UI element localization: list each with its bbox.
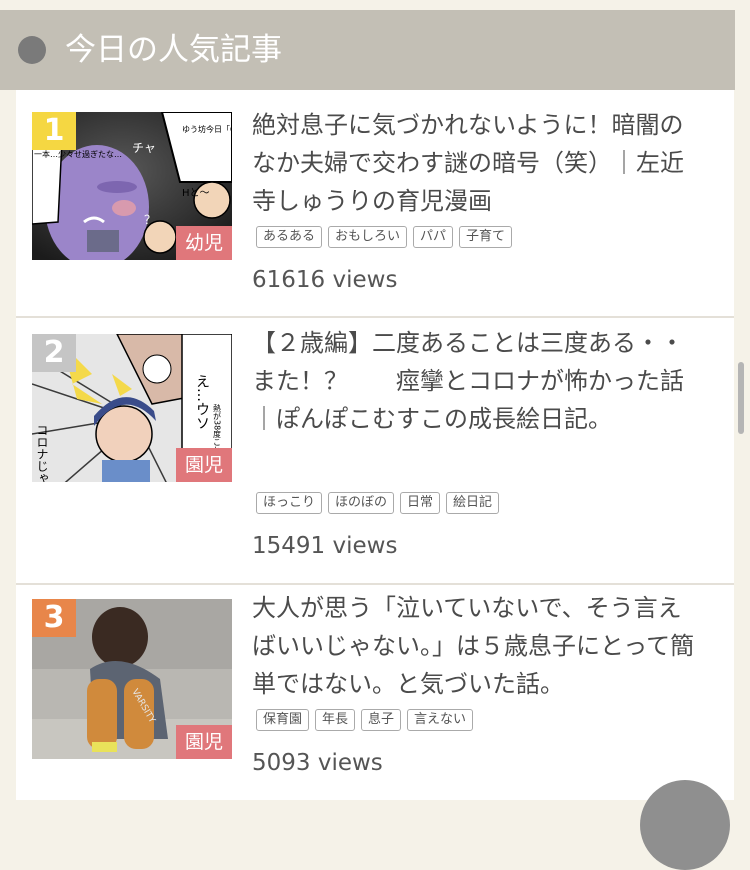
article-title-link[interactable]: 大人が思う「泣いていないで、そう言えばいいじゃない。」は５歳息子にとって簡単では…	[252, 589, 702, 703]
thumb-speech: 一本…少々せ過ぎたな…	[34, 149, 122, 159]
list-item[interactable]: え…ウソ 熱が38度これってもう… コロナじゃん…!!! 2 園児 【２歳編】二…	[16, 318, 734, 583]
scroll-to-top-button[interactable]	[640, 780, 730, 870]
section-header: 今日の人気記事	[0, 10, 735, 90]
view-count: 5093 views	[252, 750, 383, 776]
category-badge: 幼児	[176, 226, 232, 260]
tag-list: ほっこり ほのぼの 日常 絵日記	[256, 492, 500, 514]
category-badge: 園児	[176, 725, 232, 759]
tag[interactable]: 年長	[315, 709, 356, 731]
tag[interactable]: ほのぼの	[328, 492, 395, 514]
tag[interactable]: パパ	[413, 226, 454, 248]
tag[interactable]: あるある	[256, 226, 323, 248]
bullet-icon	[18, 36, 46, 64]
article-thumbnail[interactable]: VARSITY 3 園児	[32, 599, 232, 759]
tag[interactable]: 言えない	[407, 709, 474, 731]
article-title-link[interactable]: 絶対息子に気づかれないように！暗闇のなか夫婦で交わす謎の暗号（笑）｜左近寺しゅう…	[252, 106, 702, 220]
tag[interactable]: 息子	[361, 709, 402, 731]
tag[interactable]: 保育園	[256, 709, 310, 731]
tag[interactable]: ほっこり	[256, 492, 323, 514]
thumb-speech: コロナじゃん…!!!	[35, 424, 49, 482]
scrollbar-thumb[interactable]	[738, 362, 744, 434]
thumb-speech: え…ウソ	[194, 374, 210, 430]
list-item[interactable]: チャ Hと～ ？ ゆう坊今日「G」何本イッた？ 一本…少々せ過ぎたな… 1 幼児…	[16, 90, 734, 316]
rank-badge: 2	[32, 334, 76, 372]
tag[interactable]: 子育て	[459, 226, 513, 248]
ranking-list: チャ Hと～ ？ ゆう坊今日「G」何本イッた？ 一本…少々せ過ぎたな… 1 幼児…	[16, 90, 734, 800]
thumb-sfx: Hと～	[182, 187, 210, 199]
article-title-link[interactable]: 【２歳編】二度あることは三度ある・・また！？ 痙攣とコロナが怖かった話｜ぽんぽこ…	[252, 324, 702, 438]
thumb-sfx: チャ	[132, 141, 156, 155]
rank-badge: 1	[32, 112, 76, 150]
tag[interactable]: 絵日記	[446, 492, 500, 514]
view-count: 15491 views	[252, 533, 398, 559]
article-thumbnail[interactable]: え…ウソ 熱が38度これってもう… コロナじゃん…!!! 2 園児	[32, 334, 232, 482]
thumb-speech: ゆう坊今日「G」何本イッた？	[182, 124, 232, 134]
tag[interactable]: 日常	[400, 492, 441, 514]
view-count: 61616 views	[252, 267, 398, 293]
rank-badge: 3	[32, 599, 76, 637]
tag-list: 保育園 年長 息子 言えない	[256, 709, 474, 731]
thumb-sfx: ？	[144, 213, 156, 227]
list-item[interactable]: VARSITY 3 園児 大人が思う「泣いていないで、そう言えばいいじゃない。」…	[16, 585, 734, 800]
tag[interactable]: おもしろい	[328, 226, 408, 248]
category-badge: 園児	[176, 448, 232, 482]
section-title: 今日の人気記事	[65, 32, 282, 68]
tag-list: あるある おもしろい パパ 子育て	[256, 226, 513, 248]
article-thumbnail[interactable]: チャ Hと～ ？ ゆう坊今日「G」何本イッた？ 一本…少々せ過ぎたな… 1 幼児	[32, 112, 232, 260]
